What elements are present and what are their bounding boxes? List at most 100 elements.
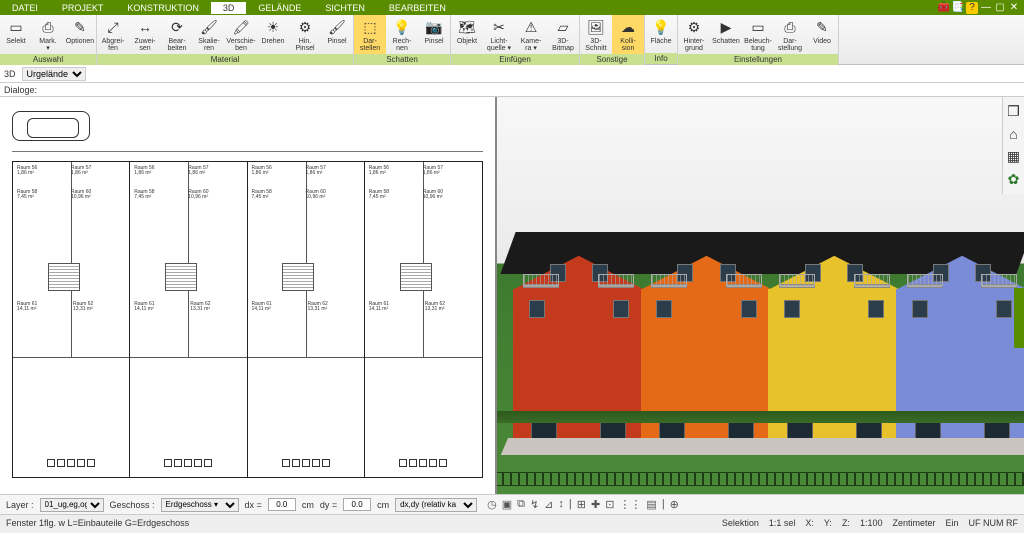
help-icon[interactable]: ? xyxy=(966,2,978,14)
ribbon-button[interactable]: 🖼3D-Schnitt xyxy=(580,15,612,54)
3d-pane[interactable]: ❒ ⌂ ▦ ✿ xyxy=(497,97,1024,494)
ribbon-button[interactable]: ↔Zuwei-sen xyxy=(129,15,161,54)
balcony-railing xyxy=(907,274,943,286)
dx-label: dx = xyxy=(245,500,262,510)
maximize-icon[interactable]: ▢ xyxy=(994,2,1006,14)
window xyxy=(656,300,672,318)
coord-mode-select[interactable]: dx,dy (relativ ka xyxy=(395,498,477,512)
ribbon-group: 🖼3D-Schnitt☁Kolli-sionSonstige xyxy=(580,15,645,64)
3d-canvas[interactable] xyxy=(497,97,1024,494)
menu-tab-sichten[interactable]: SICHTEN xyxy=(313,2,377,14)
snap-icon[interactable]: ↯ xyxy=(530,498,539,511)
tool-icon[interactable]: ✚ xyxy=(591,498,600,511)
tool-icon[interactable]: 🧰 xyxy=(938,2,950,14)
window xyxy=(529,300,545,318)
ribbon-button[interactable]: ▶Schatten xyxy=(710,15,742,54)
ribbon-icon: ▭ xyxy=(748,17,768,37)
ribbon-button[interactable]: 🖌Pinsel xyxy=(321,15,353,54)
floorplan-pane[interactable]: Raum 561,86 m²Raum 571,86 m²Raum 587,45 … xyxy=(0,97,497,494)
ribbon-group: ⚙Hinter-grund▶Schatten▭Beleuch-tung⎙Dar-… xyxy=(678,15,839,64)
tool-icon[interactable]: 📑 xyxy=(952,2,964,14)
tool-icon[interactable]: ⋮⋮ xyxy=(619,498,641,511)
room-label: Raum 571,86 m² xyxy=(188,166,208,176)
status-unit: Zentimeter xyxy=(892,518,935,528)
ribbon-button[interactable]: 📷Pinsel xyxy=(418,15,450,54)
clock-icon[interactable]: ◷ xyxy=(487,498,497,511)
house-row xyxy=(513,256,1024,462)
ribbon-button[interactable]: ▭Selekt xyxy=(0,15,32,54)
ribbon-button[interactable]: 🗺Objekt xyxy=(451,15,483,54)
tree-icon[interactable]: ✿ xyxy=(1008,171,1020,188)
palette-icon[interactable]: ▦ xyxy=(1007,148,1020,165)
room-label: Raum 561,86 m² xyxy=(369,166,389,176)
ribbon-button[interactable]: ▭Beleuch-tung xyxy=(742,15,774,54)
ribbon-button[interactable]: ✂Licht-quelle ▾ xyxy=(483,15,515,54)
balcony-railing xyxy=(651,274,687,286)
ribbon-button[interactable]: 🖍Verschie-ben xyxy=(225,15,257,54)
ribbon-button-label: 3D- xyxy=(590,38,601,45)
layer-select[interactable]: 01_ug,eg,og xyxy=(40,498,104,512)
room-label: Raum 6213,31 m² xyxy=(425,302,445,312)
ribbon-button[interactable]: ☁Kolli-sion xyxy=(612,15,644,54)
ribbon-icon: 📷 xyxy=(424,17,444,37)
close-icon[interactable]: ✕ xyxy=(1008,2,1020,14)
furniture xyxy=(252,451,360,475)
menu-tab-3d[interactable]: 3D xyxy=(211,2,247,14)
ribbon-group-label: Auswahl xyxy=(0,54,96,65)
tool-icon[interactable]: ▤ xyxy=(646,498,656,511)
ribbon-button-label: Abgrei- xyxy=(102,38,125,45)
status-uf: UF NUM RF xyxy=(969,518,1019,528)
ribbon-button[interactable]: ⚠Kame-ra ▾ xyxy=(515,15,547,54)
ribbon-button-label: Rech- xyxy=(393,38,412,45)
ribbon-button[interactable]: ☀Drehen xyxy=(257,15,289,54)
menu-tab-bearbeiten[interactable]: BEARBEITEN xyxy=(377,2,458,14)
room-label: Raum 6114,11 m² xyxy=(134,302,154,312)
ribbon-button-label: Hin. xyxy=(299,38,311,45)
house-icon[interactable]: ⌂ xyxy=(1009,126,1017,142)
ribbon-button-label2: stellung xyxy=(778,45,802,52)
ribbon-button[interactable]: 💡Rech-nen xyxy=(386,15,418,54)
ortho-icon[interactable]: ↕ xyxy=(558,498,564,511)
ribbon-button[interactable]: ⟳Bear-beiten xyxy=(161,15,193,54)
dx-input[interactable] xyxy=(268,498,296,511)
minimize-icon[interactable]: — xyxy=(980,2,992,14)
menu-tab-gelaende[interactable]: GELÄNDE xyxy=(246,2,313,14)
menu-tab-projekt[interactable]: PROJEKT xyxy=(50,2,116,14)
snap2-icon[interactable]: ⊿ xyxy=(544,498,553,511)
room-label: Raum 6213,31 m² xyxy=(190,302,210,312)
menu-tab-konstruktion[interactable]: KONSTRUKTION xyxy=(115,2,211,14)
view-icon[interactable]: ▣ xyxy=(502,498,512,511)
ribbon-button[interactable]: 🖌Skalie-ren xyxy=(193,15,225,54)
ribbon-button-label2: ra ▾ xyxy=(525,45,537,52)
ribbon-button[interactable]: 💡Fläche xyxy=(645,15,677,53)
ribbon-button[interactable]: ▱3D-Bitmap xyxy=(547,15,579,54)
chimney xyxy=(666,216,672,230)
ribbon-button[interactable]: ⎙Dar-stellung xyxy=(774,15,806,54)
layers-icon[interactable]: ❒ xyxy=(1007,103,1020,120)
ribbon-icon: ⟳ xyxy=(167,17,187,37)
ribbon-button[interactable]: ⚙Hinter-grund xyxy=(678,15,710,54)
tool-icon[interactable]: ⊕ xyxy=(670,498,679,511)
side-panel-handle[interactable] xyxy=(1014,288,1024,348)
ribbon-button[interactable]: ✎Video xyxy=(806,15,838,54)
ribbon-icon: ☁ xyxy=(618,17,638,37)
ribbon-group-label: Schatten xyxy=(354,54,450,65)
geschoss-select[interactable]: Erdgeschoss ▾ xyxy=(161,498,239,512)
balcony-railing xyxy=(854,274,890,286)
house-3d xyxy=(896,256,1024,462)
layer-icon[interactable]: ⧉ xyxy=(517,498,525,511)
tool-icon[interactable]: ⊡ xyxy=(605,498,614,511)
grid-icon[interactable]: ⊞ xyxy=(577,498,586,511)
ribbon-button[interactable]: ⬚Dar-stellen xyxy=(354,15,386,54)
menu-tab-datei[interactable]: DATEI xyxy=(0,2,50,14)
ribbon-button[interactable]: ⎙Mark.▾ xyxy=(32,15,64,54)
furniture xyxy=(134,451,242,475)
floorplan-canvas[interactable]: Raum 561,86 m²Raum 571,86 m²Raum 587,45 … xyxy=(4,101,491,490)
stairs xyxy=(400,263,432,291)
ribbon-button[interactable]: ✎Optionen xyxy=(64,15,96,54)
ribbon-button[interactable]: ⚙Hin.Pinsel xyxy=(289,15,321,54)
room-label: Raum 6114,11 m² xyxy=(252,302,272,312)
dy-input[interactable] xyxy=(343,498,371,511)
terrain-select[interactable]: Urgelände xyxy=(22,67,86,81)
ribbon-button[interactable]: ⤢Abgrei-fen xyxy=(97,15,129,54)
